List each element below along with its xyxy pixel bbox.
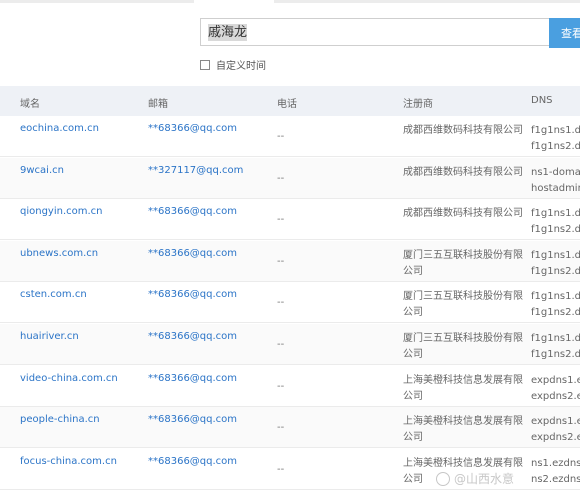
phone-cell: -- <box>277 131 285 142</box>
phone-cell: -- <box>277 339 285 350</box>
dns-server: ns2.ezdns <box>531 473 580 485</box>
dns-server: f1g1ns1.dnspod.net <box>531 208 580 220</box>
email-link[interactable]: **68366@qq.com <box>148 456 237 467</box>
custom-time-checkbox[interactable] <box>200 59 210 70</box>
custom-time-label: 自定义时间 <box>216 61 266 72</box>
dns-server: f1g1ns1.dnspod.net <box>531 333 580 344</box>
tab-underline <box>0 0 194 3</box>
column-header-registrar: 注册商 <box>403 99 433 110</box>
phone-cell: -- <box>277 297 285 309</box>
email-link[interactable]: **68366@qq.com <box>148 331 237 342</box>
search-input[interactable]: 戚海龙 <box>200 18 550 46</box>
weibo-watermark: @山西水意 <box>436 470 514 487</box>
tab-underline <box>274 0 580 3</box>
dns-cell: expdns1.ezdns expdns2.ezdns <box>531 373 580 405</box>
dns-server: f1g1ns2.dnspod.net <box>531 349 580 360</box>
domain-link[interactable]: ubnews.com.cn <box>20 248 98 259</box>
dns-server: f1g1ns2.dnspod.net <box>531 307 580 319</box>
phone-cell: -- <box>277 172 285 184</box>
search-input-value: 戚海龙 <box>208 24 248 41</box>
table-row: eochina.com.cn **68366@qq.com -- 成都西维数码科技有限… <box>0 116 580 157</box>
search-button[interactable]: 查看 <box>549 18 580 48</box>
table-row: people-china.cn **68366@qq.com -- 上海美橙科技信息发… <box>0 407 580 449</box>
registrar-cell: 厦门三五互联科技股份有限公司 <box>403 333 523 360</box>
phone-cell: -- <box>277 422 285 434</box>
domain-link[interactable]: eochina.com.cn <box>20 123 99 134</box>
table-row: ubnews.com.cn **68366@qq.com -- 厦门三五互联科技股份有… <box>0 240 580 282</box>
table-row: 9wcai.cn **327117@qq.com -- 成都西维数码科技有限公司 ns1… <box>0 157 580 199</box>
dns-server: ns1.ezdns <box>531 457 580 469</box>
registrar-cell: 成都西维数码科技有限公司 <box>403 166 523 178</box>
dns-server: f1g1ns2.dnspod.net <box>531 224 580 236</box>
dns-server: expdns1.ezdns <box>531 416 580 428</box>
registrar-cell: 上海美橙科技信息发展有限公司 <box>403 416 523 444</box>
custom-time-option[interactable]: 自定义时间 <box>200 57 266 72</box>
registrar-cell: 厦门三五互联科技股份有限公司 <box>403 291 523 319</box>
column-header-phone: 电话 <box>277 99 297 110</box>
search-bar: 戚海龙 查看 <box>200 18 580 48</box>
dns-server: f1g1ns1.dnspod.net <box>531 291 580 303</box>
phone-cell: -- <box>277 255 285 267</box>
email-link[interactable]: **68366@qq.com <box>148 289 237 300</box>
email-link[interactable]: **68366@qq.com <box>148 206 237 217</box>
column-header-domain: 域名 <box>20 99 40 110</box>
dns-cell: f1g1ns1.dnspod.net f1g1ns2.dnspod.net <box>531 123 580 155</box>
dns-server: ns1-domain.dns.com <box>531 166 580 178</box>
domain-link[interactable]: video-china.com.cn <box>20 373 118 384</box>
dns-cell: ns1.ezdns ns2.ezdns <box>531 456 580 488</box>
email-link[interactable]: **68366@qq.com <box>148 373 237 384</box>
phone-cell: -- <box>277 214 285 226</box>
weibo-logo-icon <box>436 471 450 486</box>
email-link[interactable]: **68366@qq.com <box>148 123 237 134</box>
dns-server: expdns2.ezdns <box>531 432 580 444</box>
email-link[interactable]: **68366@qq.com <box>148 414 237 425</box>
domain-link[interactable]: 9wcai.cn <box>20 165 64 176</box>
table-row: video-china.com.cn **68366@qq.com -- 上海美橙科技… <box>0 366 580 407</box>
watermark-text: @山西水意 <box>454 472 515 486</box>
table-header: 域名 邮箱 电话 注册商 DNS <box>0 86 580 116</box>
table-row: huairiver.cn **68366@qq.com -- 厦门三五互联科技股份有限… <box>0 324 580 365</box>
column-header-dns: DNS <box>531 95 553 106</box>
domain-link[interactable]: qiongyin.com.cn <box>20 206 103 217</box>
registrar-cell: 成都西维数码科技有限公司 <box>403 125 523 136</box>
column-header-email: 邮箱 <box>148 99 168 110</box>
dns-cell: f1g1ns1.dnspod.net f1g1ns2.dnspod.net <box>531 331 580 363</box>
domain-link[interactable]: focus-china.com.cn <box>20 456 117 467</box>
dns-cell: f1g1ns1.dnspod.net f1g1ns2.dnspod.net <box>531 206 580 238</box>
domain-link[interactable]: csten.com.cn <box>20 289 87 300</box>
table-row: qiongyin.com.cn **68366@qq.com -- 成都西维数码科技有… <box>0 199 580 241</box>
registrar-cell: 成都西维数码科技有限公司 <box>403 208 523 220</box>
dns-cell: f1g1ns1.dnspod.net f1g1ns2.dnspod.net <box>531 289 580 321</box>
domain-link[interactable]: people-china.cn <box>20 414 100 425</box>
dns-server: expdns1.ezdns <box>531 374 580 386</box>
registrar-cell: 厦门三五互联科技股份有限公司 <box>403 249 523 277</box>
dns-server: f1g1ns2.dnspod.net <box>531 265 580 277</box>
email-link[interactable]: **327117@qq.com <box>148 165 243 176</box>
top-tab-strip <box>0 0 580 4</box>
domain-link[interactable]: huairiver.cn <box>20 331 79 342</box>
registrar-cell: 上海美橙科技信息发展有限公司 <box>403 374 523 402</box>
email-link[interactable]: **68366@qq.com <box>148 248 237 259</box>
dns-server: f1g1ns1.dnspod.net <box>531 249 580 261</box>
dns-server: f1g1ns1.dnspod.net <box>531 125 580 136</box>
table-row: csten.com.cn **68366@qq.com -- 厦门三五互联科技股份有限… <box>0 282 580 324</box>
dns-server: f1g1ns2.dnspod.net <box>531 141 580 152</box>
dns-server: hostadmin <box>531 182 580 194</box>
dns-server: expdns2.ezdns <box>531 390 580 402</box>
dns-cell: ns1-domain.dns.com hostadmin <box>531 165 580 197</box>
dns-cell: f1g1ns1.dnspod.net f1g1ns2.dnspod.net <box>531 248 580 280</box>
phone-cell: -- <box>277 463 285 475</box>
phone-cell: -- <box>277 380 285 392</box>
dns-cell: expdns1.ezdns expdns2.ezdns <box>531 414 580 446</box>
